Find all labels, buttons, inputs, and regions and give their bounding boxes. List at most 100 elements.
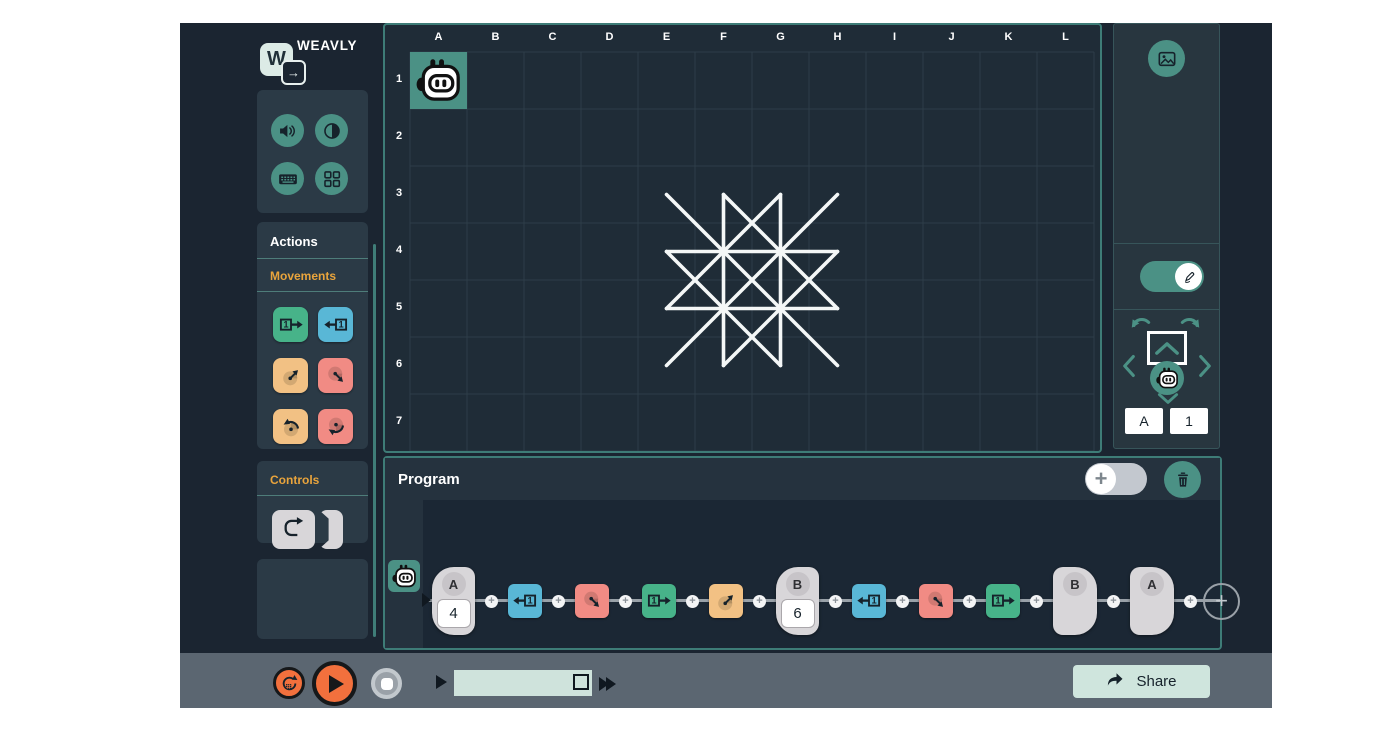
weavly-app-page: W → WEAVLY Actions Movements 11 Controls… bbox=[0, 0, 1396, 736]
loop-iterations-input[interactable]: 4 bbox=[437, 599, 471, 628]
scene-grid-panel: ABCDEFGHIJKL1234567 bbox=[383, 23, 1102, 453]
loop-palette-block[interactable] bbox=[257, 496, 368, 549]
move-right-button[interactable] bbox=[1198, 354, 1212, 378]
program-block-backward-1[interactable]: 1 bbox=[852, 584, 886, 618]
program-block-turn-left-45[interactable] bbox=[709, 584, 743, 618]
loop-end-shape bbox=[319, 510, 343, 549]
accessibility-box bbox=[257, 90, 368, 213]
palette-block-turn-right-90[interactable] bbox=[318, 409, 353, 444]
movements-label: Movements bbox=[257, 259, 368, 291]
program-block-forward-1[interactable]: 1 bbox=[986, 584, 1020, 618]
add-step-connector[interactable]: + bbox=[1184, 595, 1197, 608]
palette-scrollbar[interactable] bbox=[373, 244, 376, 637]
add-step-connector[interactable]: + bbox=[963, 595, 976, 608]
move-down-button[interactable] bbox=[1157, 392, 1179, 405]
add-step-connector[interactable]: + bbox=[485, 595, 498, 608]
program-block-turn-right-45[interactable] bbox=[575, 584, 609, 618]
loop-iterations-input[interactable]: 6 bbox=[781, 599, 815, 628]
add-step-connector[interactable]: + bbox=[829, 595, 842, 608]
add-step-connector[interactable]: + bbox=[1030, 595, 1043, 608]
play-button[interactable] bbox=[312, 661, 357, 706]
svg-text:1: 1 bbox=[527, 596, 532, 606]
column-position-input[interactable]: A bbox=[1125, 408, 1163, 434]
program-character-icon bbox=[388, 560, 420, 592]
forward-1-icon: 1 bbox=[989, 587, 1017, 615]
program-sequence: A4+1++1++B6+1++1+B+A++ bbox=[432, 566, 1240, 636]
palette-block-turn-left-45[interactable] bbox=[273, 358, 308, 393]
delete-program-button[interactable] bbox=[1164, 461, 1201, 498]
controls-box: Controls bbox=[257, 461, 368, 543]
scene-background-button[interactable] bbox=[1148, 40, 1185, 77]
empty-palette-box bbox=[257, 559, 368, 639]
program-block-backward-1[interactable]: 1 bbox=[508, 584, 542, 618]
facing-up-selector[interactable] bbox=[1147, 331, 1187, 365]
share-label: Share bbox=[1136, 673, 1176, 690]
program-panel: Program + A4+1++1++B6+1++1+B+A++ bbox=[383, 456, 1222, 650]
palette-block-backward-1[interactable]: 1 bbox=[318, 307, 353, 342]
theme-contrast-button[interactable] bbox=[315, 114, 348, 147]
svg-text:1: 1 bbox=[651, 596, 656, 606]
program-start-marker bbox=[422, 593, 431, 607]
add-step-connector[interactable]: + bbox=[552, 595, 565, 608]
backward-1-icon: 1 bbox=[511, 587, 539, 615]
character-cell[interactable] bbox=[410, 52, 467, 109]
weavly-logo: W → WEAVLY bbox=[257, 40, 377, 90]
add-step-connector[interactable]: + bbox=[753, 595, 766, 608]
audio-feedback-button[interactable] bbox=[271, 114, 304, 147]
add-step-connector[interactable]: + bbox=[686, 595, 699, 608]
program-block-loop-start-A[interactable]: A4 bbox=[432, 567, 475, 635]
add-node-toggle[interactable]: + bbox=[1085, 463, 1147, 495]
undo-icon[interactable] bbox=[1130, 314, 1154, 330]
grid-lines bbox=[385, 25, 1100, 451]
add-step-end-button[interactable]: + bbox=[1203, 583, 1240, 620]
program-block-loop-end-A[interactable]: A bbox=[1130, 567, 1174, 635]
speed-slider-thumb[interactable] bbox=[573, 674, 589, 690]
program-block-loop-start-B[interactable]: B6 bbox=[776, 567, 819, 635]
turn-left-90-icon bbox=[277, 413, 305, 441]
loop-label: B bbox=[1063, 572, 1087, 596]
speaker-icon bbox=[277, 120, 299, 142]
speed-slider[interactable] bbox=[454, 670, 592, 696]
palette-block-turn-right-45[interactable] bbox=[318, 358, 353, 393]
add-step-connector[interactable]: + bbox=[896, 595, 909, 608]
add-step-connector[interactable]: + bbox=[1107, 595, 1120, 608]
layout-options-button[interactable] bbox=[315, 162, 348, 195]
actions-title: Actions bbox=[257, 222, 368, 258]
playback-bar: Share bbox=[180, 653, 1272, 708]
turn-left-45-icon bbox=[277, 362, 305, 390]
redo-icon[interactable] bbox=[1177, 314, 1201, 330]
program-block-forward-1[interactable]: 1 bbox=[642, 584, 676, 618]
contrast-icon bbox=[321, 120, 343, 142]
backward-1-icon: 1 bbox=[322, 311, 350, 339]
share-button[interactable]: Share bbox=[1073, 665, 1210, 698]
stop-button[interactable] bbox=[371, 668, 402, 699]
apps-grid-icon bbox=[321, 168, 343, 190]
add-step-connector[interactable]: + bbox=[619, 595, 632, 608]
program-block-turn-right-45[interactable] bbox=[919, 584, 953, 618]
loop-label: B bbox=[786, 572, 810, 596]
pen-toggle[interactable] bbox=[1140, 261, 1204, 292]
movement-palette: 11 bbox=[257, 292, 368, 444]
weavly-logo-text: WEAVLY bbox=[297, 38, 357, 53]
svg-text:1: 1 bbox=[283, 319, 288, 329]
turn-left-45-icon bbox=[712, 587, 740, 615]
program-block-loop-end-B[interactable]: B bbox=[1053, 567, 1097, 635]
palette-block-forward-1[interactable]: 1 bbox=[273, 307, 308, 342]
svg-text:1: 1 bbox=[871, 596, 876, 606]
turn-right-45-icon bbox=[322, 362, 350, 390]
turn-right-45-icon bbox=[578, 587, 606, 615]
move-left-button[interactable] bbox=[1122, 354, 1136, 378]
robot-character-icon bbox=[414, 58, 462, 102]
divider bbox=[1114, 243, 1219, 244]
divider bbox=[1114, 309, 1219, 310]
play-icon bbox=[329, 675, 344, 693]
controls-label: Controls bbox=[257, 461, 368, 495]
palette-block-turn-left-90[interactable] bbox=[273, 409, 308, 444]
backward-1-icon: 1 bbox=[855, 587, 883, 615]
svg-text:1: 1 bbox=[338, 319, 343, 329]
reset-button[interactable] bbox=[273, 667, 305, 699]
keyboard-shortcuts-button[interactable] bbox=[271, 162, 304, 195]
program-header: Program + bbox=[385, 458, 1220, 500]
row-position-input[interactable]: 1 bbox=[1170, 408, 1208, 434]
svg-text:1: 1 bbox=[995, 596, 1000, 606]
